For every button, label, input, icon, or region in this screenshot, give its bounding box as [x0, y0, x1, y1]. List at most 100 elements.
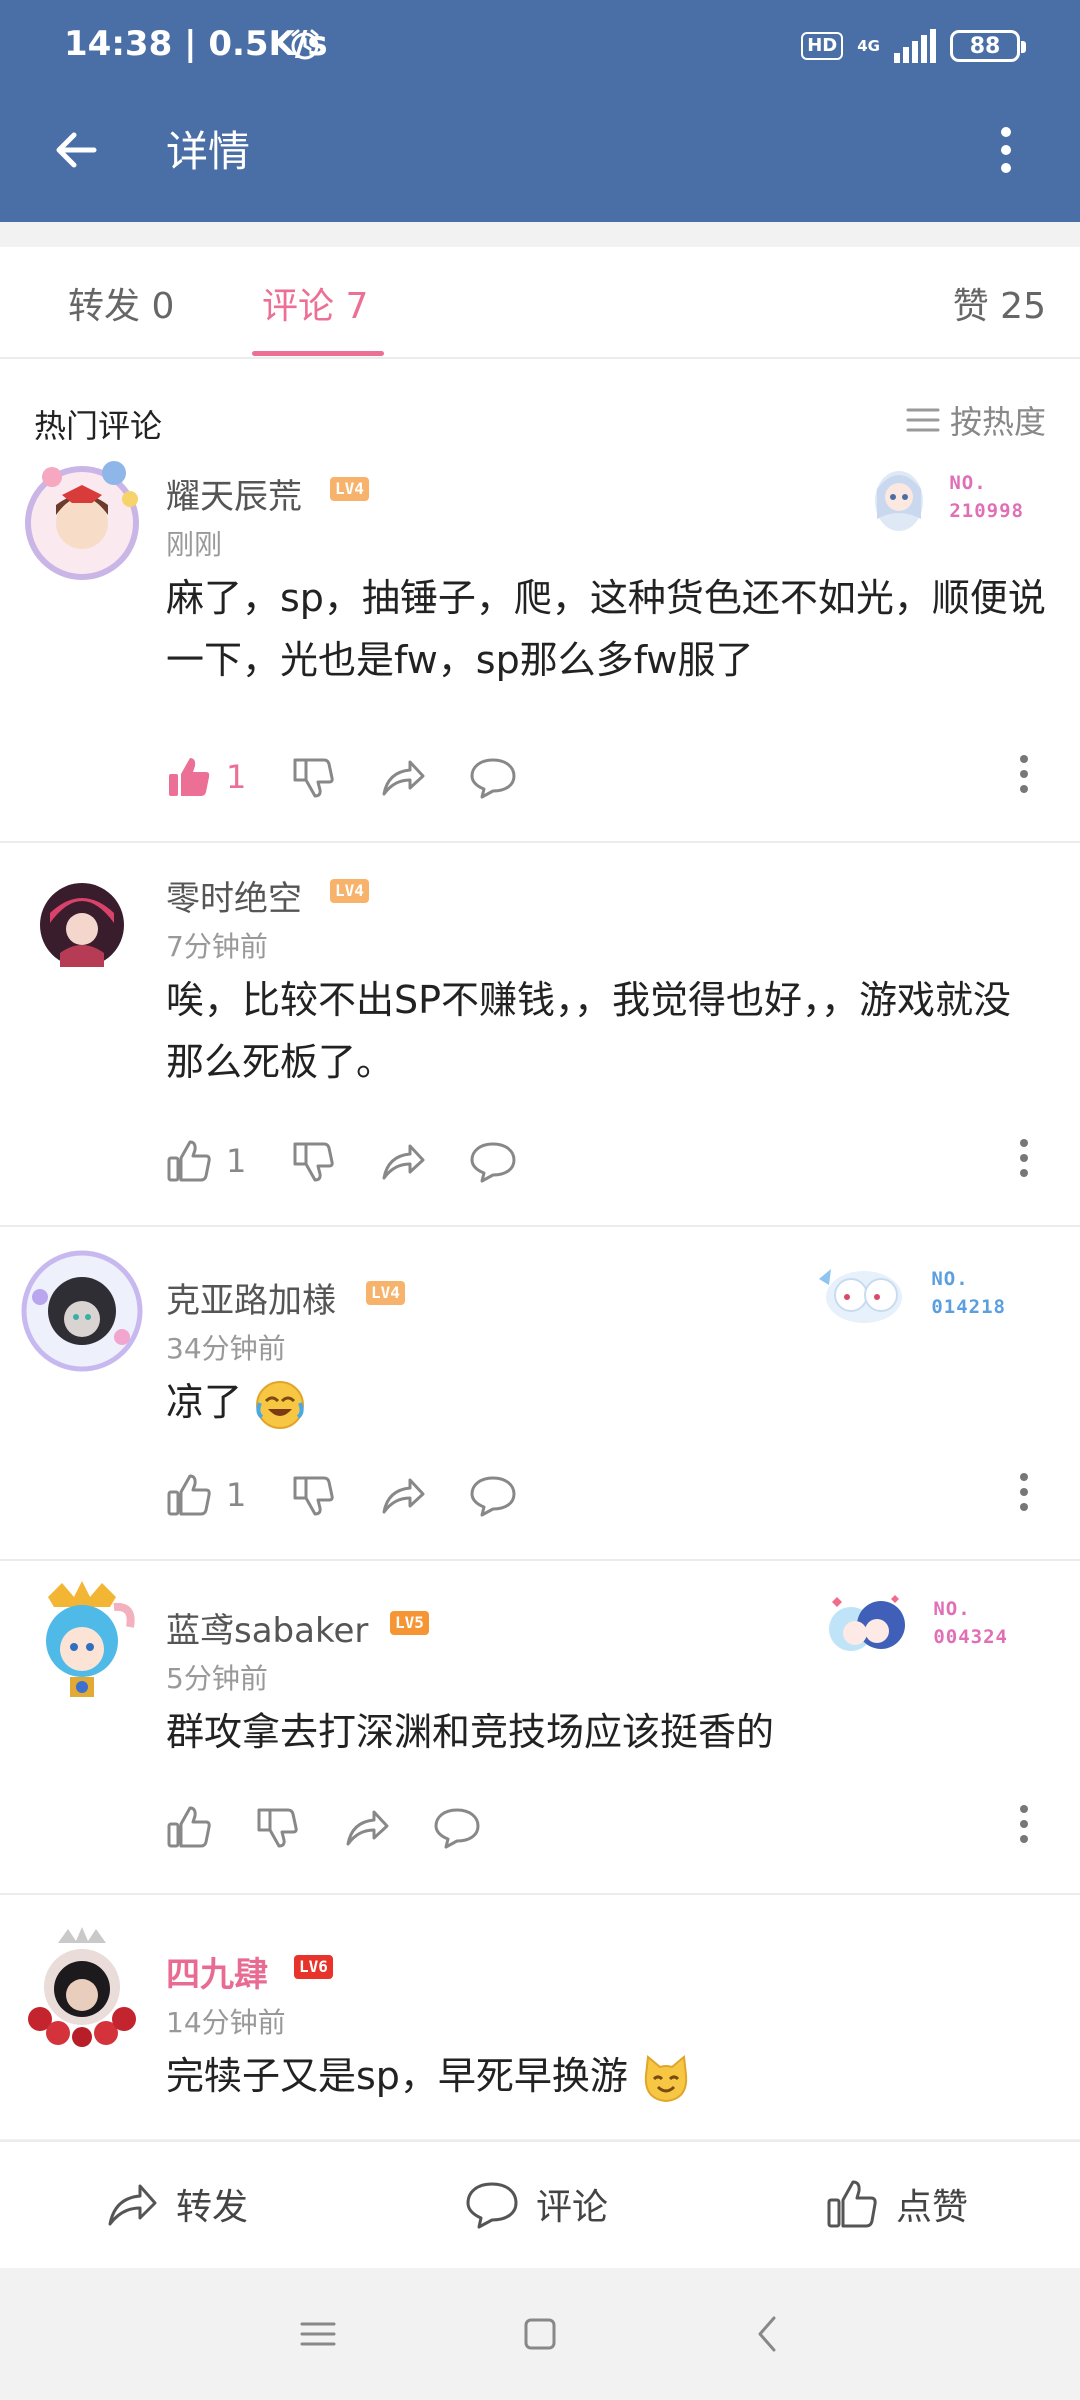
tab-comments[interactable]: 评论 7: [262, 277, 368, 329]
like-button[interactable]: 1: [166, 1138, 246, 1184]
tab-likes[interactable]: 赞 25: [953, 277, 1046, 329]
share-arrow-icon: [382, 1144, 425, 1180]
user-avatar[interactable]: [18, 1577, 146, 1705]
comment-button[interactable]: 评论: [466, 2178, 608, 2230]
comment-item: 耀天辰荒 LV4 刚刚 NO. 210998 麻了，sp，抽锤子，爬，这种货色还…: [0, 459, 1080, 843]
level-badge: LV4: [366, 1281, 405, 1305]
comment-time: 5分钟前: [166, 1662, 268, 1695]
reply-button[interactable]: [434, 1804, 480, 1850]
tab-repost[interactable]: 转发 0: [68, 277, 174, 329]
share-arrow-icon: [346, 1810, 389, 1846]
dislike-button[interactable]: [290, 1472, 336, 1518]
fan-badge-label: NO. 004324: [933, 1595, 1008, 1651]
top-bar: 14:38 | 0.5K/s HD 4G 88 详情: [0, 0, 1080, 222]
thumbs-down-icon: [293, 758, 335, 798]
section-header: 热门评论 按热度: [0, 359, 1080, 449]
like-label: 点赞: [896, 2187, 969, 2228]
comment-actions: [166, 1801, 524, 1853]
like-button[interactable]: 1: [166, 1472, 246, 1518]
crying-laugh-emoji-icon: [256, 1380, 305, 1429]
fan-badge[interactable]: NO. 210998: [861, 459, 1024, 535]
user-avatar[interactable]: [40, 883, 124, 967]
dislike-button[interactable]: [290, 1138, 336, 1184]
speech-bubble-icon: [434, 1808, 480, 1849]
share-button[interactable]: [344, 1804, 390, 1850]
username[interactable]: 零时绝空: [166, 871, 302, 920]
comment-time: 14分钟前: [166, 2006, 286, 2039]
fan-badge-code: 014218: [931, 1296, 1006, 1318]
comment-time: 7分钟前: [166, 930, 268, 963]
nav-back-icon[interactable]: [746, 2312, 790, 2356]
network-label: 4G: [857, 37, 880, 55]
fan-badge[interactable]: NO. 004324: [811, 1585, 1008, 1661]
level-badge: LV5: [390, 1611, 429, 1635]
fan-badge-label: NO. 014218: [931, 1265, 1006, 1321]
share-button[interactable]: [380, 1138, 426, 1184]
comment-more-icon[interactable]: [1016, 751, 1032, 797]
reply-button[interactable]: [470, 1138, 516, 1184]
comment-more-icon[interactable]: [1016, 1469, 1032, 1515]
fan-badge[interactable]: NO. 014218: [809, 1255, 1006, 1331]
thumbs-up-icon: [167, 1806, 211, 1848]
fan-badge-image: [875, 471, 924, 531]
hd-badge: HD: [801, 32, 844, 60]
sort-button[interactable]: 按热度: [906, 397, 1046, 443]
level-badge: LV6: [294, 1955, 333, 1979]
thumbs-up-icon: [167, 1474, 211, 1516]
reply-button[interactable]: [470, 1472, 516, 1518]
active-tab-indicator: [252, 351, 384, 356]
comment-more-icon[interactable]: [1016, 1135, 1032, 1181]
home-icon[interactable]: [518, 2312, 562, 2356]
user-avatar[interactable]: [18, 1247, 146, 1375]
comment-text-content: 凉了: [166, 1380, 243, 1424]
share-arrow-icon: [108, 2184, 157, 2226]
comment-text: 唉，比较不出SP不赚钱，，我觉得也好，，游戏就没那么死板了。: [166, 978, 1012, 1084]
comment-time: 刚刚: [166, 528, 223, 561]
comment-item: 蓝鸢sabaker LV5 5分钟前 NO. 004324 群攻拿去打深渊和竞技…: [0, 1561, 1080, 1895]
signal-icon: [894, 29, 936, 63]
page-title: 详情: [166, 127, 251, 176]
username[interactable]: 克亚路加様: [166, 1273, 336, 1322]
repost-label: 转发: [176, 2187, 249, 2228]
comment-item: 零时绝空 LV4 7分钟前 唉，比较不出SP不赚钱，，我觉得也好，，游戏就没那么…: [0, 843, 1080, 1227]
comment-time: 34分钟前: [166, 1332, 286, 1365]
back-arrow-icon[interactable]: [48, 120, 108, 180]
speech-bubble-icon: [470, 1142, 516, 1183]
thumbs-down-icon: [293, 1476, 335, 1516]
user-avatar[interactable]: [18, 1923, 146, 2051]
hot-comments-title: 热门评论: [34, 407, 163, 445]
speech-bubble-icon: [470, 1476, 516, 1517]
level-badge: LV4: [330, 477, 369, 501]
comment-more-icon[interactable]: [1016, 1801, 1032, 1847]
comment-text-content: 完犊子又是sp，早死早换游: [166, 2054, 628, 2098]
app-bar: 详情: [0, 90, 1080, 222]
user-avatar[interactable]: [18, 459, 146, 587]
reply-button[interactable]: [470, 754, 516, 800]
sort-list-icon: [906, 408, 940, 432]
like-button[interactable]: 1: [166, 754, 246, 800]
repost-button[interactable]: 转发: [106, 2178, 248, 2230]
fan-badge-code: 004324: [933, 1626, 1008, 1648]
username[interactable]: 四九肆: [166, 1947, 268, 1996]
dislike-button[interactable]: [290, 754, 336, 800]
comment-actions: 1: [166, 751, 560, 803]
share-arrow-icon: [382, 1478, 425, 1514]
bottom-action-bar: 转发 评论 点赞: [0, 2140, 1080, 2268]
more-options-icon[interactable]: [976, 120, 1036, 180]
recent-apps-icon[interactable]: [296, 2312, 340, 2356]
username[interactable]: 耀天辰荒: [166, 469, 302, 518]
thumbs-up-filled-icon: [169, 758, 210, 796]
speech-bubble-icon: [470, 758, 516, 799]
speech-bubble-icon: [466, 2182, 518, 2229]
fan-badge-image: [819, 1269, 903, 1323]
fan-badge-code: 210998: [949, 500, 1024, 522]
dislike-button[interactable]: [254, 1804, 300, 1850]
like-post-button[interactable]: 点赞: [826, 2178, 968, 2230]
status-icons: HD 4G 88: [801, 24, 1026, 68]
username[interactable]: 蓝鸢sabaker: [166, 1603, 368, 1652]
thumbs-up-icon: [167, 1140, 211, 1182]
like-button[interactable]: [166, 1804, 226, 1850]
fan-badge-label: NO. 210998: [949, 469, 1024, 525]
share-button[interactable]: [380, 754, 426, 800]
share-button[interactable]: [380, 1472, 426, 1518]
